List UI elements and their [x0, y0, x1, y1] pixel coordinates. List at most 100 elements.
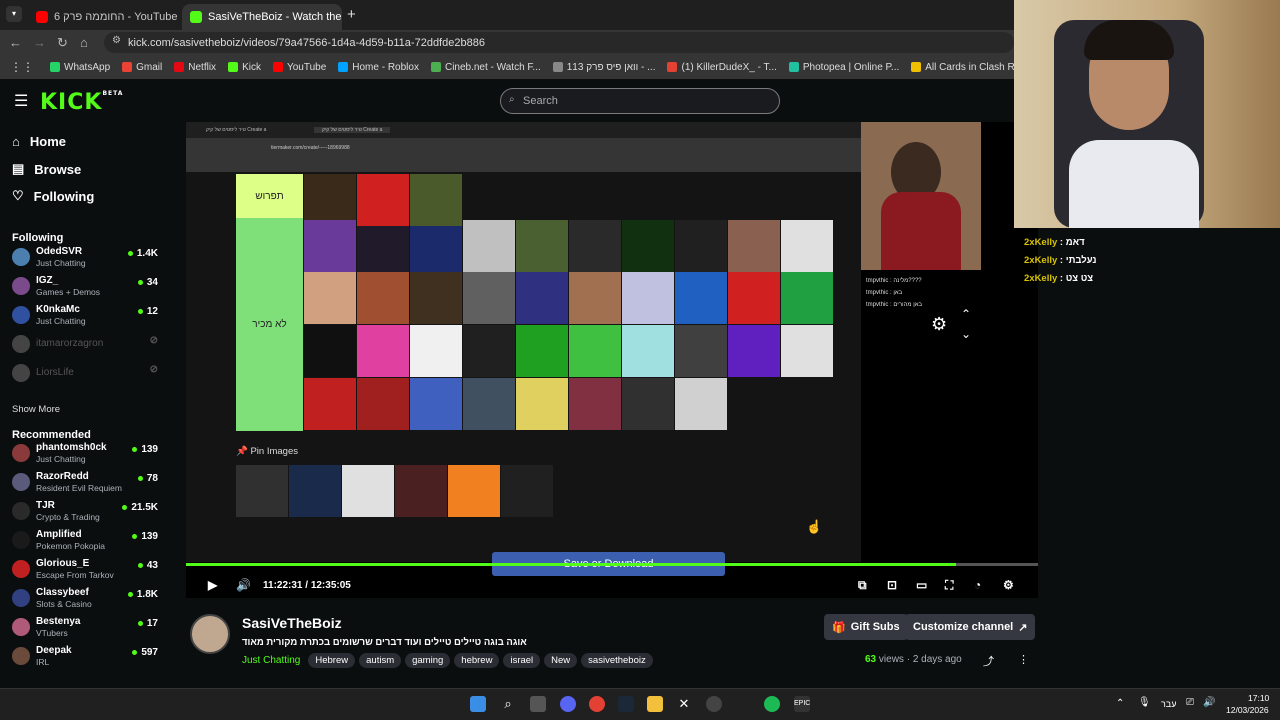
kick-logo[interactable]: KICKBETA: [40, 90, 123, 115]
tab-kick[interactable]: SasiVeTheBoiz - Watch the VOD ✕: [182, 4, 342, 30]
sidebar-channel[interactable]: Glorious_E Escape From Tarkov 43: [12, 556, 162, 584]
search-input[interactable]: ⌕ Search: [500, 88, 780, 114]
tag-chip[interactable]: sasivetheboiz: [581, 653, 653, 668]
channel-name: Classybeef: [36, 587, 89, 598]
video-player[interactable]: Create a טיר ליסטים של קיק Create a טיר …: [186, 122, 1038, 598]
network-icon[interactable]: ⎚: [1186, 697, 1194, 708]
bookmark-item[interactable]: Netflix: [168, 62, 222, 73]
theater-icon[interactable]: ▭: [916, 578, 927, 592]
viewer-count: 597: [132, 647, 158, 658]
tier-image: [304, 325, 356, 377]
channel-name: K0nkaMc: [36, 304, 80, 315]
chevron-up-icon[interactable]: ⌃: [961, 307, 971, 321]
sidebar-channel[interactable]: IGZ_ Games + Demos 34: [12, 273, 162, 301]
more-options-icon[interactable]: ⋮: [1018, 653, 1029, 666]
bookmark-item[interactable]: Gmail: [116, 62, 168, 73]
channel-avatar[interactable]: [190, 614, 230, 654]
site-info-icon[interactable]: ⚙: [112, 35, 121, 46]
spotify-icon[interactable]: [764, 696, 780, 712]
overlay-chat-line: tmpvthic : מלינה????: [866, 278, 922, 284]
search-placeholder: Search: [523, 95, 558, 107]
tag-chip[interactable]: autism: [359, 653, 402, 668]
microphone-icon[interactable]: 🎙: [1138, 697, 1151, 708]
search-icon[interactable]: ⌕: [500, 696, 516, 712]
sidebar-channel[interactable]: LiorsLife ⊘: [12, 360, 162, 388]
sidebar-channel[interactable]: phantomsh0ck Just Chatting 139: [12, 440, 162, 468]
bookmark-item[interactable]: Kick: [222, 62, 267, 73]
nav-browse[interactable]: ▤ Browse: [12, 161, 81, 177]
gift-subs-button[interactable]: 🎁 Gift Subs: [824, 614, 908, 640]
chrome-icon[interactable]: [589, 696, 605, 712]
epic-games-icon[interactable]: EPIC: [794, 696, 810, 712]
bookmark-item[interactable]: Cineb.net - Watch F...: [425, 62, 547, 73]
sidebar-channel[interactable]: itamarorzagron ⊘: [12, 331, 162, 359]
chat-separator: :: [1057, 273, 1066, 284]
app-icon[interactable]: [706, 696, 722, 712]
tag-chip[interactable]: gaming: [405, 653, 451, 668]
bookmark-item[interactable]: (1) KillerDudeX_ - T...: [661, 62, 782, 73]
tab-search-button[interactable]: ▾: [6, 6, 22, 22]
sidebar-channel[interactable]: Classybeef Slots & Casino 1.8K: [12, 585, 162, 613]
capcut-icon[interactable]: ✕: [676, 696, 692, 712]
tier-label-text: תפרוש: [255, 190, 284, 202]
folder-icon[interactable]: [647, 696, 663, 712]
reload-icon[interactable]: ↻: [57, 35, 68, 51]
new-tab-button[interactable]: +: [347, 6, 356, 23]
settings-icon[interactable]: ⚙: [931, 314, 947, 335]
sidebar-channel[interactable]: Amplified Pokemon Pokopia 139: [12, 527, 162, 555]
bookmark-item[interactable]: Photopea | Online P...: [783, 62, 905, 73]
menu-icon[interactable]: ☰: [14, 91, 28, 111]
chevron-down-icon[interactable]: ⌄: [961, 327, 971, 341]
sidebar-channel[interactable]: OdedSVR Just Chatting 1.4K: [12, 244, 162, 272]
bookmark-item[interactable]: Home - Roblox: [332, 62, 425, 73]
play-icon[interactable]: ▶: [208, 578, 217, 592]
channel-name[interactable]: SasiVeTheBoiz: [242, 615, 342, 631]
bookmark-item[interactable]: YouTube: [267, 62, 332, 73]
avatar: [12, 531, 30, 549]
tab-youtube[interactable]: YouTube - החוממה פרק 6 ✕: [28, 4, 180, 30]
tier-image: [410, 378, 462, 430]
heart-icon: ♡: [12, 188, 24, 203]
tag-chip[interactable]: israel: [503, 653, 541, 668]
category-link[interactable]: Just Chatting: [242, 655, 300, 666]
bookmark-label: WhatsApp: [64, 61, 111, 73]
bookmark-icon: [788, 62, 799, 72]
volume-icon[interactable]: 🔊: [1203, 697, 1215, 708]
steam-icon[interactable]: [618, 696, 634, 712]
windows-start-icon[interactable]: [470, 696, 486, 712]
video-info: SasiVeTheBoiz אוגה בוגה טיילים טיילים וע…: [186, 608, 1038, 688]
sidebar-channel[interactable]: Bestenya VTubers 17: [12, 614, 162, 642]
apps-icon[interactable]: ⋮⋮: [0, 60, 44, 74]
task-view-icon[interactable]: [530, 696, 546, 712]
sidebar-channel[interactable]: K0nkaMc Just Chatting 12: [12, 302, 162, 330]
tag-chip[interactable]: New: [544, 653, 578, 668]
share-icon[interactable]: ⤴: [983, 653, 994, 669]
bookmark-item[interactable]: All Cards in Clash R...: [905, 62, 1029, 73]
show-more-button[interactable]: Show More: [12, 404, 60, 415]
nav-home[interactable]: ⌂ Home: [12, 134, 66, 149]
tag-chip[interactable]: Hebrew: [308, 653, 356, 668]
sidebar-channel[interactable]: Deepak IRL 597: [12, 643, 162, 671]
speed-icon[interactable]: ◔: [974, 578, 981, 592]
language-indicator[interactable]: עבר: [1161, 699, 1176, 709]
volume-icon[interactable]: 🔊: [236, 578, 251, 592]
bookmark-item[interactable]: וואן פיס פרק 113 - ...: [547, 62, 662, 73]
tier-image: [622, 272, 674, 324]
tray-chevron-icon[interactable]: ⌃: [1116, 698, 1124, 709]
address-bar[interactable]: ⚙ kick.com/sasivetheboiz/videos/79a47566…: [104, 32, 1014, 53]
sidebar-channel[interactable]: RazorRedd Resident Evil Requiem 78: [12, 469, 162, 497]
discord-icon[interactable]: [560, 696, 576, 712]
fullscreen-icon[interactable]: ⛶: [945, 578, 953, 593]
sidebar-channel[interactable]: TJR Crypto & Trading 21.5K: [12, 498, 162, 526]
home-icon[interactable]: ⌂: [80, 35, 88, 50]
gear-icon[interactable]: ⚙: [1003, 578, 1014, 592]
bookmark-item[interactable]: WhatsApp: [44, 62, 116, 73]
seek-bar[interactable]: [186, 563, 1038, 566]
pip-icon[interactable]: ⧉: [858, 578, 867, 593]
forward-icon[interactable]: →: [33, 35, 46, 50]
nav-following[interactable]: ♡ Following: [12, 188, 94, 204]
clip-icon[interactable]: ⊡: [887, 578, 897, 592]
tag-chip[interactable]: hebrew: [454, 653, 500, 668]
back-icon[interactable]: ←: [9, 35, 22, 50]
customize-channel-button[interactable]: Customize channel ↗: [905, 614, 1036, 640]
